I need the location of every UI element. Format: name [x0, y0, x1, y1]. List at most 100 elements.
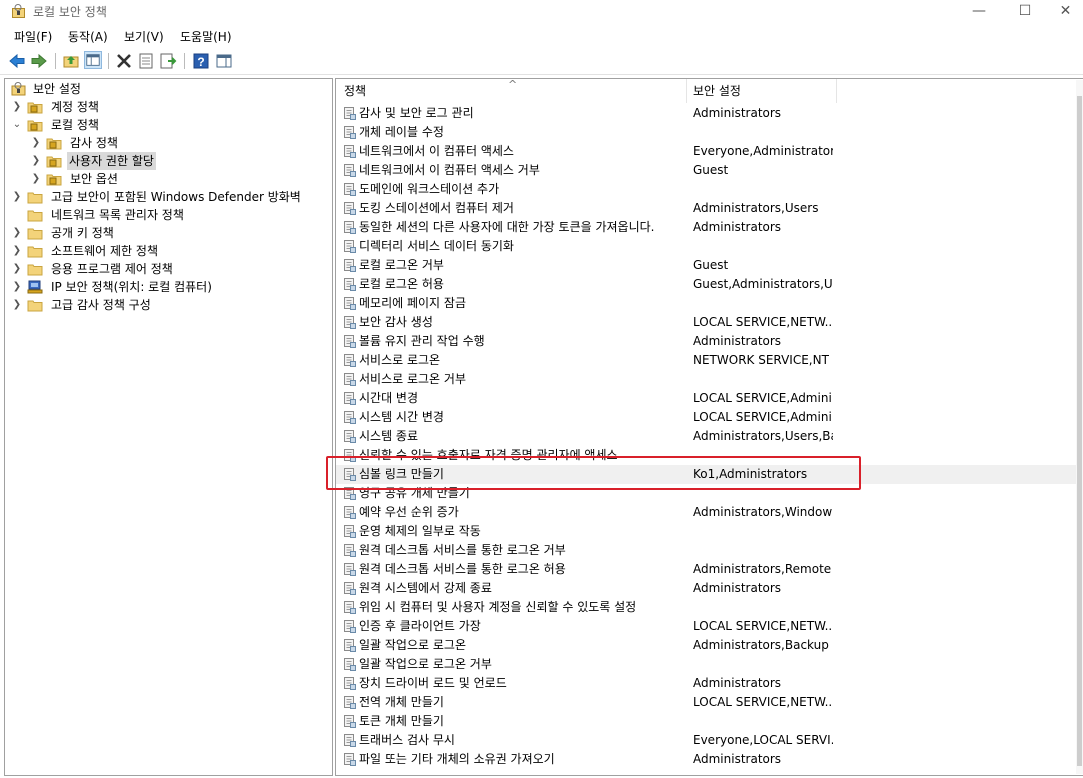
policy-icon: [344, 525, 356, 538]
policy-icon: [344, 658, 356, 671]
chevron-right-icon[interactable]: ❯: [11, 278, 23, 296]
chevron-right-icon[interactable]: ❯: [11, 296, 23, 314]
export-list-icon[interactable]: [159, 52, 177, 70]
menu-help[interactable]: 도움말(H): [180, 28, 232, 45]
policy-setting-value: LOCAL SERVICE,NETW...: [693, 695, 833, 709]
forward-arrow-icon[interactable]: [30, 52, 48, 70]
svg-text:?: ?: [197, 55, 204, 69]
up-folder-icon[interactable]: [62, 52, 80, 70]
policy-name: 일괄 작업으로 로그온 거부: [359, 657, 492, 671]
policy-row[interactable]: 메모리에 페이지 잠금: [336, 294, 1076, 313]
policy-row[interactable]: 영구 공유 개체 만들기: [336, 484, 1076, 503]
tree-label: 고급 보안이 포함된 Windows Defender 방화벽: [51, 190, 301, 204]
policy-row[interactable]: 일괄 작업으로 로그온 거부: [336, 655, 1076, 674]
maximize-button[interactable]: ☐: [1002, 0, 1048, 22]
tree-item-advanced-audit[interactable]: ❯ 고급 감사 정책 구성: [11, 296, 329, 314]
policy-row[interactable]: 시스템 종료 Administrators,Users,Ba...: [336, 427, 1076, 446]
help-icon[interactable]: ?: [192, 52, 210, 70]
policy-row[interactable]: 로컬 로그온 허용 Guest,Administrators,Us...: [336, 275, 1076, 294]
policy-row[interactable]: 보안 감사 생성 LOCAL SERVICE,NETW...: [336, 313, 1076, 332]
chevron-right-icon[interactable]: ❯: [11, 224, 23, 242]
policy-row[interactable]: 로컬 로그온 거부 Guest: [336, 256, 1076, 275]
policy-icon: [344, 259, 356, 272]
toolbar: ?: [0, 48, 1083, 75]
chevron-right-icon[interactable]: ❯: [30, 152, 42, 170]
policy-row[interactable]: 시스템 시간 변경 LOCAL SERVICE,Admini...: [336, 408, 1076, 427]
menu-view[interactable]: 보기(V): [124, 28, 164, 45]
column-header-security-setting[interactable]: 보안 설정: [693, 79, 741, 103]
policy-row[interactable]: 트래버스 검사 무시 Everyone,LOCAL SERVI...: [336, 731, 1076, 750]
view-icon[interactable]: [215, 52, 233, 70]
policy-setting-value: Everyone,LOCAL SERVI...: [693, 733, 833, 747]
policy-row[interactable]: 디렉터리 서비스 데이터 동기화: [336, 237, 1076, 256]
policy-row[interactable]: 심볼 링크 만들기 Ko1,Administrators: [336, 465, 1076, 484]
chevron-right-icon[interactable]: ❯: [30, 170, 42, 188]
chevron-down-icon[interactable]: ⌄: [11, 116, 23, 134]
menu-file[interactable]: 파일(F): [14, 28, 52, 45]
policy-icon: [344, 601, 356, 614]
menu-action[interactable]: 동작(A): [68, 28, 108, 45]
folder-icon: [27, 246, 43, 258]
policy-row[interactable]: 도메인에 워크스테이션 추가: [336, 180, 1076, 199]
tree-item-network-list-manager[interactable]: 네트워크 목록 관리자 정책: [11, 206, 329, 224]
tree-label: 계정 정책: [51, 100, 99, 114]
back-arrow-icon[interactable]: [8, 52, 26, 70]
policy-icon: [344, 221, 356, 234]
policy-row[interactable]: 토큰 개체 만들기: [336, 712, 1076, 731]
chevron-right-icon[interactable]: ❯: [11, 242, 23, 260]
chevron-right-icon[interactable]: ❯: [30, 134, 42, 152]
policy-icon: [344, 411, 356, 424]
show-hide-tree-icon[interactable]: [84, 51, 102, 69]
policy-row[interactable]: 볼륨 유지 관리 작업 수행 Administrators: [336, 332, 1076, 351]
policy-name: 시간대 변경: [359, 391, 419, 405]
properties-icon[interactable]: [137, 52, 155, 70]
policy-row[interactable]: 동일한 세션의 다른 사용자에 대한 가장 토큰을 가져옵니다. Administ…: [336, 218, 1076, 237]
delete-icon[interactable]: [115, 52, 133, 70]
chevron-right-icon[interactable]: ❯: [11, 188, 23, 206]
policy-setting-value: LOCAL SERVICE,NETW...: [693, 315, 833, 329]
policy-row[interactable]: 파일 또는 기타 개체의 소유권 가져오기 Administrators: [336, 750, 1076, 769]
policy-row[interactable]: 도킹 스테이션에서 컴퓨터 제거 Administrators,Users: [336, 199, 1076, 218]
policy-row[interactable]: 일괄 작업으로 로그온 Administrators,Backup ...: [336, 636, 1076, 655]
policy-row[interactable]: 예약 우선 순위 증가 Administrators,Window ...: [336, 503, 1076, 522]
policy-row[interactable]: 원격 데스크톱 서비스를 통한 로그온 허용 Administrators,Rem…: [336, 560, 1076, 579]
policy-row[interactable]: 장치 드라이버 로드 및 언로드 Administrators: [336, 674, 1076, 693]
scrollbar-thumb[interactable]: [1077, 96, 1082, 766]
chevron-right-icon[interactable]: ❯: [11, 260, 23, 278]
policy-row[interactable]: 전역 개체 만들기 LOCAL SERVICE,NETW...: [336, 693, 1076, 712]
tree-item-public-key-policies[interactable]: ❯ 공개 키 정책: [11, 224, 329, 242]
policy-row[interactable]: 인증 후 클라이언트 가장 LOCAL SERVICE,NETW...: [336, 617, 1076, 636]
tree-item-ip-security-policies[interactable]: ❯ IP 보안 정책(위치: 로컬 컴퓨터): [11, 278, 329, 296]
policy-row[interactable]: 원격 시스템에서 강제 종료 Administrators: [336, 579, 1076, 598]
tree-item-user-rights-assignment[interactable]: ❯ 사용자 권한 할당: [30, 152, 329, 170]
policy-row[interactable]: 운영 체제의 일부로 작동: [336, 522, 1076, 541]
policy-row[interactable]: 네트워크에서 이 컴퓨터 액세스 거부 Guest: [336, 161, 1076, 180]
policy-row[interactable]: 신뢰할 수 있는 호출자로 자격 증명 관리자에 액세스: [336, 446, 1076, 465]
tree-item-security-options[interactable]: ❯ 보안 옵션: [30, 170, 329, 188]
policy-icon: [344, 715, 356, 728]
tree-item-local-policies[interactable]: ⌄ 로컬 정책: [11, 116, 329, 134]
policy-row[interactable]: 시간대 변경 LOCAL SERVICE,Admini...: [336, 389, 1076, 408]
minimize-button[interactable]: —: [956, 0, 1002, 22]
policy-icon: [344, 620, 356, 633]
tree-item-software-restriction[interactable]: ❯ 소프트웨어 제한 정책: [11, 242, 329, 260]
policy-row[interactable]: 개체 레이블 수정: [336, 123, 1076, 142]
policy-icon: [344, 145, 356, 158]
tree-item-defender-firewall[interactable]: ❯ 고급 보안이 포함된 Windows Defender 방화벽: [11, 188, 329, 206]
tree-item-account-policies[interactable]: ❯ 계정 정책: [11, 98, 329, 116]
tree-item-security-settings[interactable]: 보안 설정: [9, 80, 329, 98]
policy-row[interactable]: 서비스로 로그온 NETWORK SERVICE,NT ...: [336, 351, 1076, 370]
policy-setting-value: Administrators,Remote ...: [693, 562, 833, 576]
policy-name: 신뢰할 수 있는 호출자로 자격 증명 관리자에 액세스: [359, 448, 618, 462]
tree-item-application-control[interactable]: ❯ 응용 프로그램 제어 정책: [11, 260, 329, 278]
policy-row[interactable]: 위임 시 컴퓨터 및 사용자 계정을 신뢰할 수 있도록 설정: [336, 598, 1076, 617]
tree-item-audit-policy[interactable]: ❯ 감사 정책: [30, 134, 329, 152]
column-header-policy[interactable]: 정책: [344, 79, 366, 103]
policy-setting-value: Administrators: [693, 106, 782, 120]
policy-row[interactable]: 네트워크에서 이 컴퓨터 액세스 Everyone,Administrators.…: [336, 142, 1076, 161]
close-button[interactable]: ✕: [1048, 0, 1083, 22]
chevron-right-icon[interactable]: ❯: [11, 98, 23, 116]
policy-row[interactable]: 감사 및 보안 로그 관리 Administrators: [336, 104, 1076, 123]
policy-row[interactable]: 서비스로 로그온 거부: [336, 370, 1076, 389]
policy-row[interactable]: 원격 데스크톱 서비스를 통한 로그온 거부: [336, 541, 1076, 560]
